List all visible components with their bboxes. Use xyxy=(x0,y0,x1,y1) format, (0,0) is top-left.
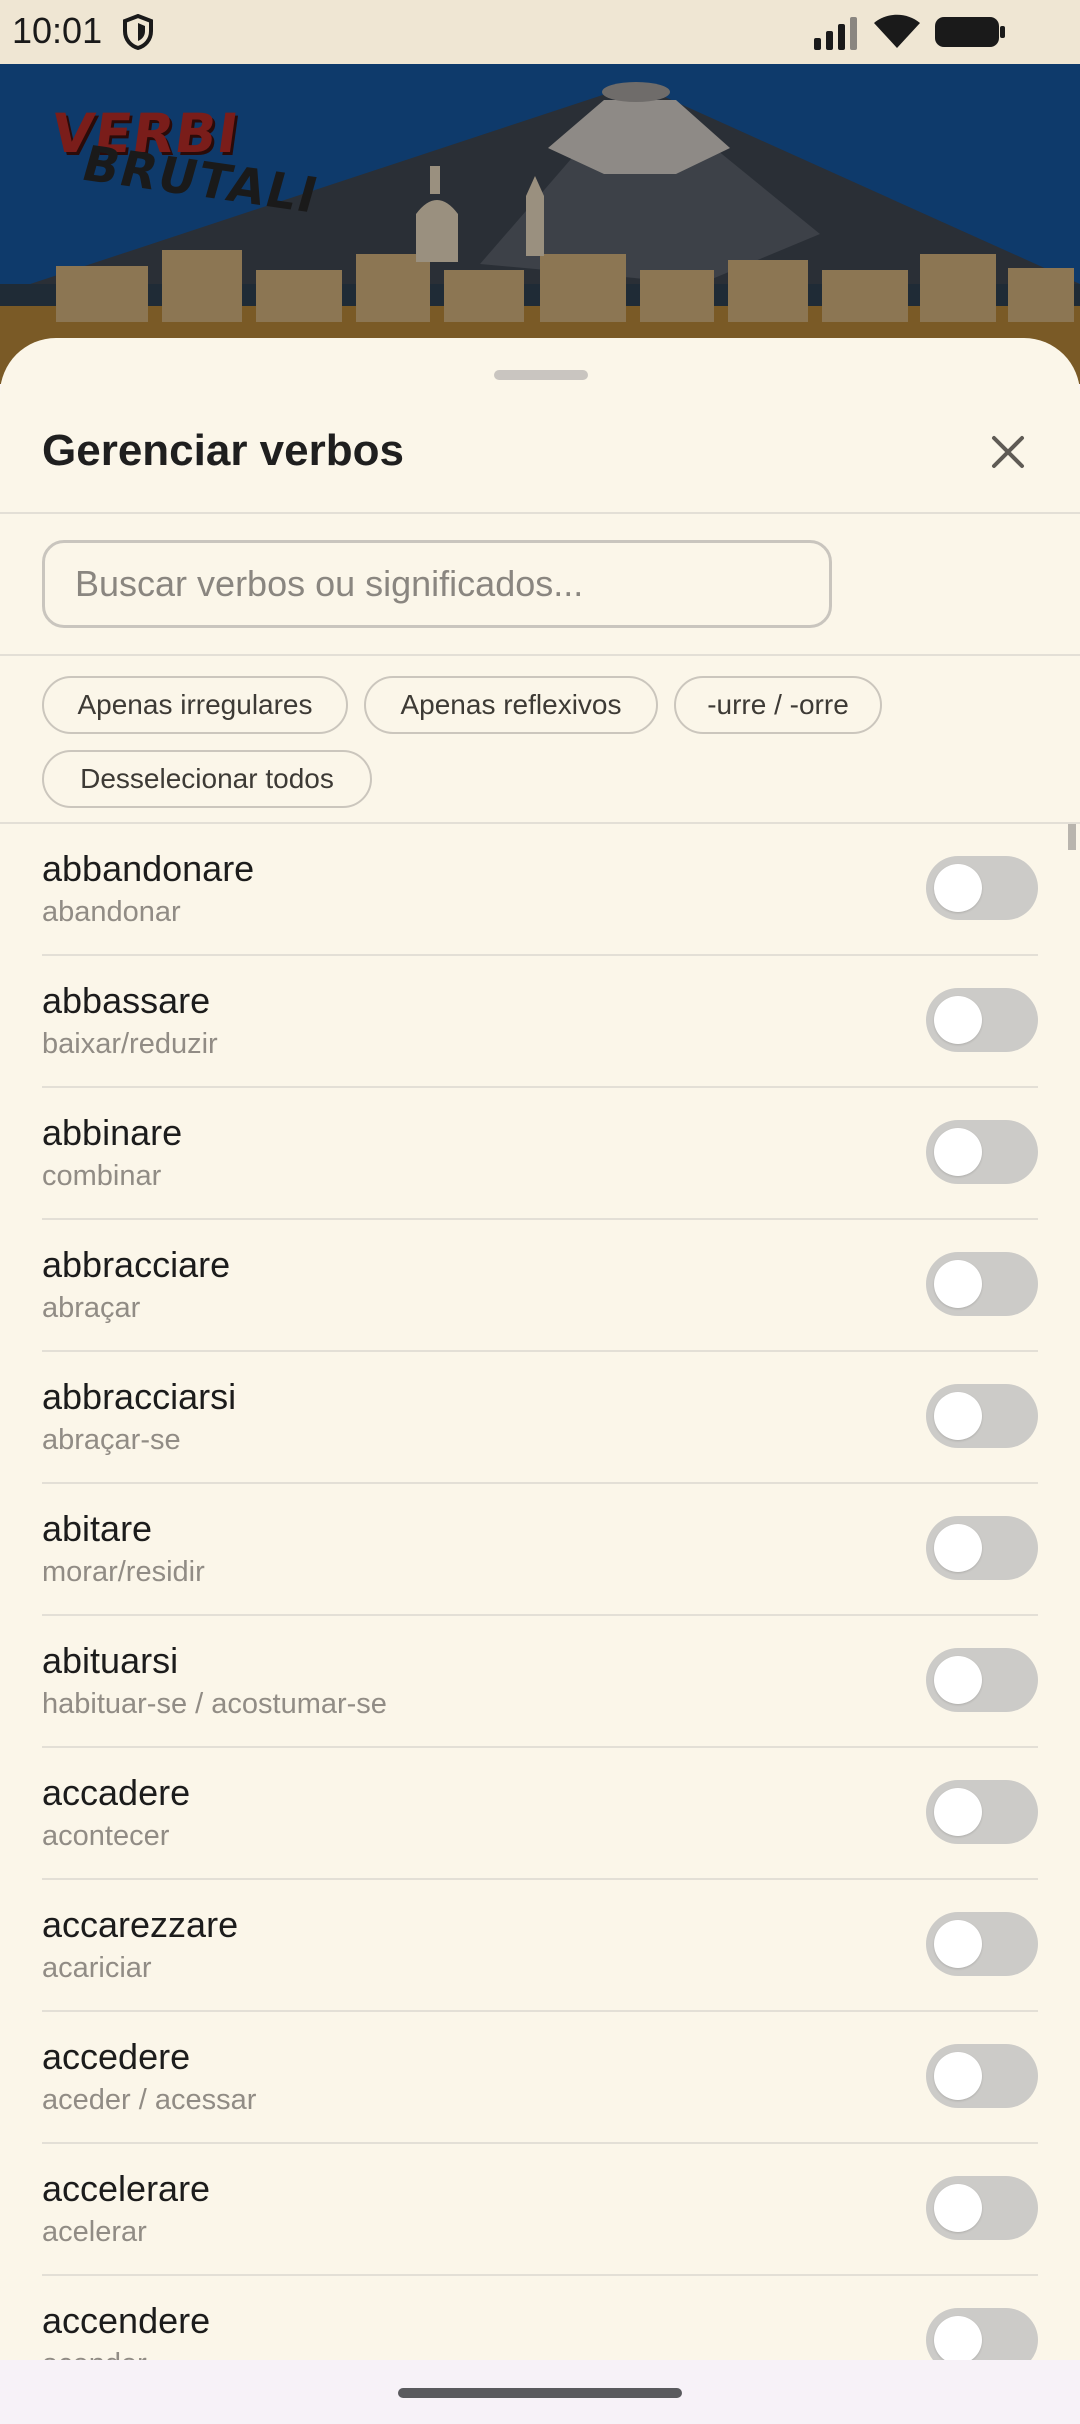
status-time: 10:01 xyxy=(12,10,103,51)
verb-toggle[interactable] xyxy=(926,988,1038,1052)
list-item[interactable]: accarezzare acariciar xyxy=(0,1880,1080,2012)
drag-handle[interactable] xyxy=(494,370,588,380)
list-item[interactable]: accadere acontecer xyxy=(0,1748,1080,1880)
toggle-knob xyxy=(934,864,982,912)
verb-meaning: baixar/reduzir xyxy=(42,1028,218,1060)
verb-meaning: abraçar xyxy=(42,1292,141,1324)
list-item[interactable]: abituarsi habituar-se / acostumar-se xyxy=(0,1616,1080,1748)
list-item[interactable]: accendere acender xyxy=(0,2276,1080,2360)
verb-toggle[interactable] xyxy=(926,2044,1038,2108)
toggle-knob xyxy=(934,1524,982,1572)
sheet-title: Gerenciar verbos xyxy=(42,426,404,475)
verb-name: accendere xyxy=(42,2300,211,2341)
list-item[interactable]: abbinare combinar xyxy=(0,1088,1080,1220)
list-item[interactable]: accedere aceder / acessar xyxy=(0,2012,1080,2144)
verb-name: abbinare xyxy=(42,1112,183,1153)
verb-toggle[interactable] xyxy=(926,856,1038,920)
close-icon xyxy=(992,436,1024,468)
wifi-icon xyxy=(874,14,920,48)
header-illustration: VERBI BRUTALI xyxy=(0,64,1080,384)
search-input[interactable] xyxy=(45,543,829,625)
list-item[interactable]: accelerare acelerar xyxy=(0,2144,1080,2276)
toggle-knob xyxy=(934,1392,982,1440)
manage-verbs-sheet: Gerenciar verbos Apenas irregulares Apen… xyxy=(0,338,1080,2360)
toggle-knob xyxy=(934,2184,982,2232)
signal-icon xyxy=(814,17,857,50)
close-button[interactable] xyxy=(980,424,1036,480)
filter-chip-urre-orre[interactable]: -urre / -orre xyxy=(674,676,882,734)
verb-name: abbandonare xyxy=(42,848,255,889)
status-bar: 10:01 xyxy=(0,0,1080,64)
shield-icon xyxy=(123,14,153,50)
list-item[interactable]: abitare morar/residir xyxy=(0,1484,1080,1616)
list-item[interactable]: abbassare baixar/reduzir xyxy=(0,956,1080,1088)
verb-name: abitare xyxy=(42,1508,153,1549)
battery-icon xyxy=(935,17,1005,47)
verb-toggle[interactable] xyxy=(926,2308,1038,2360)
toggle-knob xyxy=(934,2052,982,2100)
verb-meaning: acender xyxy=(42,2348,147,2360)
toggle-knob xyxy=(934,1128,982,1176)
verb-meaning: acontecer xyxy=(42,1820,170,1852)
toggle-knob xyxy=(934,1788,982,1836)
verb-meaning: habituar-se / acostumar-se xyxy=(42,1688,387,1720)
divider xyxy=(0,654,1080,656)
verb-meaning: acelerar xyxy=(42,2216,147,2248)
verb-meaning: abraçar-se xyxy=(42,1424,181,1456)
divider xyxy=(0,512,1080,514)
toggle-knob xyxy=(934,1656,982,1704)
filter-chip-reflexive[interactable]: Apenas reflexivos xyxy=(364,676,658,734)
verb-name: accedere xyxy=(42,2036,191,2077)
verb-meaning: morar/residir xyxy=(42,1556,205,1588)
verb-name: accarezzare xyxy=(42,1904,239,1945)
verb-name: abbassare xyxy=(42,980,211,1021)
navigation-bar xyxy=(0,2360,1080,2424)
search-field[interactable] xyxy=(42,540,832,628)
verb-toggle[interactable] xyxy=(926,1384,1038,1448)
verb-toggle[interactable] xyxy=(926,1912,1038,1976)
verb-toggle[interactable] xyxy=(926,1780,1038,1844)
verb-name: abituarsi xyxy=(42,1640,179,1681)
list-item[interactable]: abbracciare abraçar xyxy=(0,1220,1080,1352)
toggle-knob xyxy=(934,996,982,1044)
verb-meaning: acariciar xyxy=(42,1952,152,1984)
verb-name: abbracciarsi xyxy=(42,1376,237,1417)
filter-chip-irregular[interactable]: Apenas irregulares xyxy=(42,676,348,734)
toggle-knob xyxy=(934,2316,982,2360)
deselect-all-chip[interactable]: Desselecionar todos xyxy=(42,750,372,808)
verb-name: abbracciare xyxy=(42,1244,231,1285)
toggle-knob xyxy=(934,1260,982,1308)
verb-toggle[interactable] xyxy=(926,1252,1038,1316)
list-item[interactable]: abbracciarsi abraçar-se xyxy=(0,1352,1080,1484)
home-gesture-handle[interactable] xyxy=(398,2388,682,2398)
verb-meaning: combinar xyxy=(42,1160,162,1192)
verb-toggle[interactable] xyxy=(926,1120,1038,1184)
list-item[interactable]: abbandonare abandonar xyxy=(0,824,1080,956)
verb-meaning: abandonar xyxy=(42,896,181,928)
scrollbar-thumb[interactable] xyxy=(1068,824,1076,850)
toggle-knob xyxy=(934,1920,982,1968)
verb-name: accadere xyxy=(42,1772,191,1813)
verb-toggle[interactable] xyxy=(926,1516,1038,1580)
verb-meaning: aceder / acessar xyxy=(42,2084,257,2116)
verb-toggle[interactable] xyxy=(926,2176,1038,2240)
verb-name: accelerare xyxy=(42,2168,211,2209)
verb-toggle[interactable] xyxy=(926,1648,1038,1712)
